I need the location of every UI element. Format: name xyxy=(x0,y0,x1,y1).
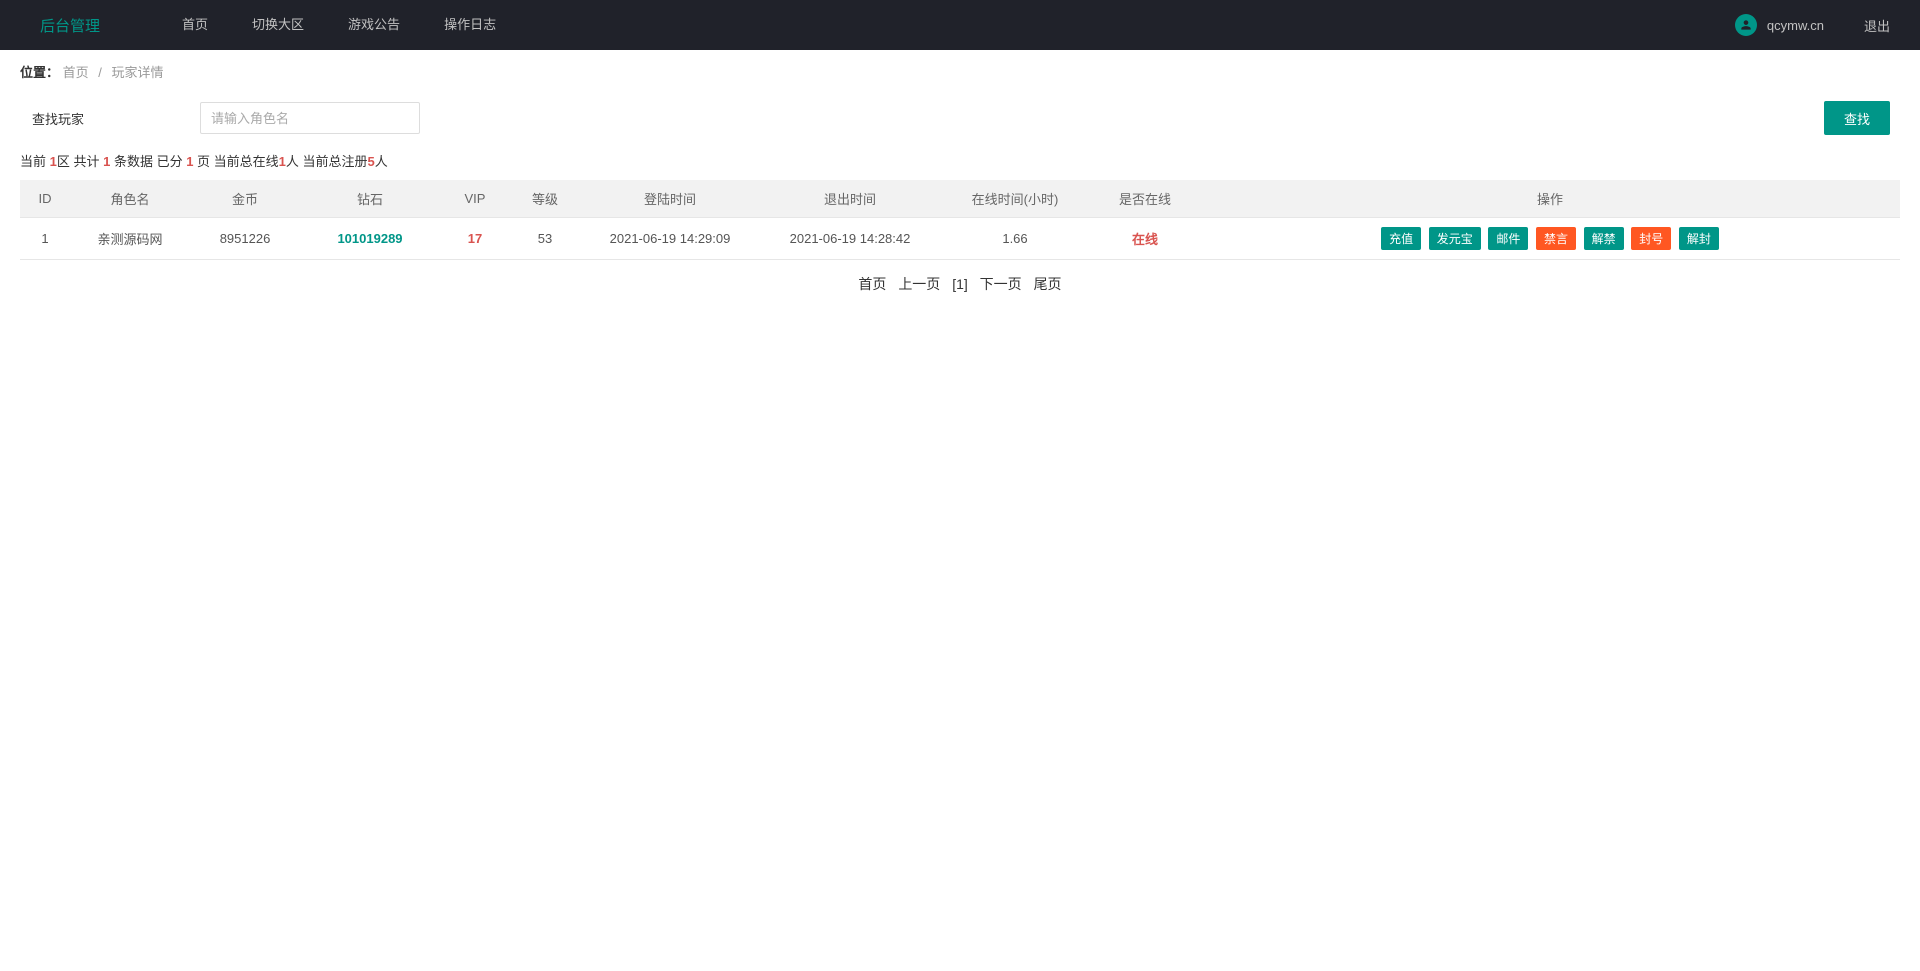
table-wrap: ID 角色名 金币 钻石 VIP 等级 登陆时间 退出时间 在线时间(小时) 是… xyxy=(0,180,1920,260)
search-input[interactable] xyxy=(200,102,420,134)
username[interactable]: qcymw.cn xyxy=(1767,18,1824,33)
action-recharge[interactable]: 充值 xyxy=(1381,227,1421,250)
th-level: 等级 xyxy=(510,180,580,218)
th-id: ID xyxy=(20,180,70,218)
stats-pages-suffix: 页 当前总在线 xyxy=(193,154,278,169)
nav-item-announcement[interactable]: 游戏公告 xyxy=(326,0,422,50)
stats-registered: 5 xyxy=(368,154,375,169)
th-diamond: 钻石 xyxy=(300,180,440,218)
search-label: 查找玩家 xyxy=(20,109,200,128)
td-login: 2021-06-19 14:29:09 xyxy=(580,218,760,260)
th-vip: VIP xyxy=(440,180,510,218)
td-logout: 2021-06-19 14:28:42 xyxy=(760,218,940,260)
stats-zone: 1 xyxy=(50,154,57,169)
pagination: 首页 上一页 [1] 下一页 尾页 xyxy=(0,260,1920,308)
th-online-time: 在线时间(小时) xyxy=(940,180,1090,218)
stats-row: 当前 1区 共计 1 条数据 已分 1 页 当前总在线1人 当前总注册5人 xyxy=(0,147,1920,180)
td-online-time: 1.66 xyxy=(940,218,1090,260)
nav-items: 首页 切换大区 游戏公告 操作日志 xyxy=(160,0,1735,50)
td-actions: 充值 发元宝 邮件 禁言 解禁 封号 解封 xyxy=(1200,218,1900,260)
th-is-online: 是否在线 xyxy=(1090,180,1200,218)
stats-registered-suffix: 人 xyxy=(375,154,388,169)
action-send-ingot[interactable]: 发元宝 xyxy=(1429,227,1481,250)
td-diamond: 101019289 xyxy=(300,218,440,260)
td-is-online: 在线 xyxy=(1090,218,1200,260)
th-login: 登陆时间 xyxy=(580,180,760,218)
avatar-icon xyxy=(1735,14,1757,36)
stats-zone-suffix: 区 xyxy=(57,154,70,169)
stats-prefix: 当前 xyxy=(20,154,50,169)
player-table: ID 角色名 金币 钻石 VIP 等级 登陆时间 退出时间 在线时间(小时) 是… xyxy=(20,180,1900,260)
breadcrumb-sep: / xyxy=(98,65,102,80)
search-button[interactable]: 查找 xyxy=(1824,101,1890,135)
td-gold: 8951226 xyxy=(190,218,300,260)
logout-link[interactable]: 退出 xyxy=(1854,16,1900,35)
nav-item-home[interactable]: 首页 xyxy=(160,0,230,50)
td-level: 53 xyxy=(510,218,580,260)
action-mute[interactable]: 禁言 xyxy=(1536,227,1576,250)
table-row: 1 亲测源码网 8951226 101019289 17 53 2021-06-… xyxy=(20,218,1900,260)
stats-total-suffix: 条数据 已分 xyxy=(110,154,186,169)
th-name: 角色名 xyxy=(70,180,190,218)
nav-right: qcymw.cn 退出 xyxy=(1735,14,1900,36)
search-row: 查找玩家 查找 xyxy=(0,93,1920,147)
td-vip: 17 xyxy=(440,218,510,260)
table-header-row: ID 角色名 金币 钻石 VIP 等级 登陆时间 退出时间 在线时间(小时) 是… xyxy=(20,180,1900,218)
th-gold: 金币 xyxy=(190,180,300,218)
nav-item-switch-zone[interactable]: 切换大区 xyxy=(230,0,326,50)
breadcrumb-current: 玩家详情 xyxy=(112,65,164,80)
stats-online: 1 xyxy=(279,154,286,169)
action-mail[interactable]: 邮件 xyxy=(1488,227,1528,250)
stats-total-prefix: 共计 xyxy=(70,154,103,169)
action-unmute[interactable]: 解禁 xyxy=(1584,227,1624,250)
th-actions: 操作 xyxy=(1200,180,1900,218)
action-ban[interactable]: 封号 xyxy=(1631,227,1671,250)
action-unban[interactable]: 解封 xyxy=(1679,227,1719,250)
th-logout: 退出时间 xyxy=(760,180,940,218)
breadcrumb-label: 位置： xyxy=(20,65,59,80)
page-next[interactable]: 下一页 xyxy=(980,276,1022,292)
stats-online-suffix: 人 当前总注册 xyxy=(286,154,368,169)
page-first[interactable]: 首页 xyxy=(858,276,886,292)
page-last[interactable]: 尾页 xyxy=(1034,276,1062,292)
td-id: 1 xyxy=(20,218,70,260)
page-current: [1] xyxy=(952,276,968,292)
breadcrumb-home[interactable]: 首页 xyxy=(63,65,89,80)
breadcrumb: 位置： 首页 / 玩家详情 xyxy=(0,50,1920,93)
brand[interactable]: 后台管理 xyxy=(20,15,100,36)
page-prev[interactable]: 上一页 xyxy=(898,276,940,292)
td-name: 亲测源码网 xyxy=(70,218,190,260)
nav-item-oplog[interactable]: 操作日志 xyxy=(422,0,518,50)
navbar: 后台管理 首页 切换大区 游戏公告 操作日志 qcymw.cn 退出 xyxy=(0,0,1920,50)
